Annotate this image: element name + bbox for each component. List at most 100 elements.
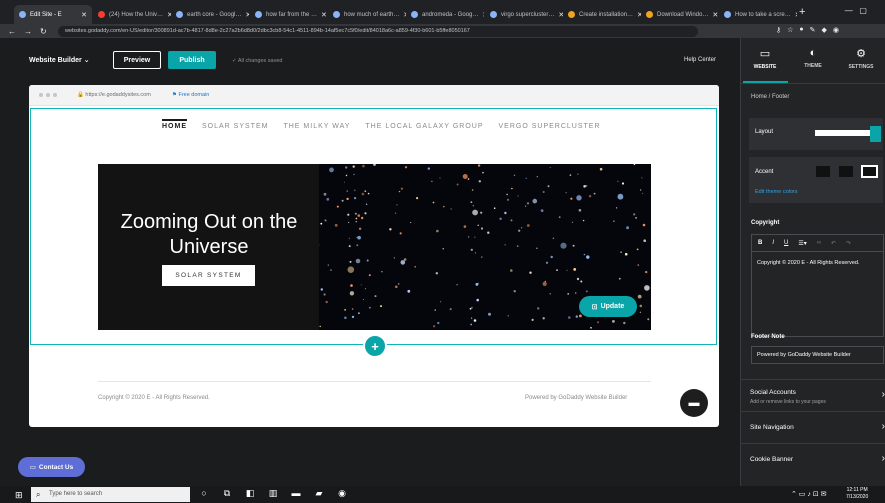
browser-tab[interactable]: Download Windo… ✕ <box>641 5 719 24</box>
panel-tab[interactable]: ◐ THEME <box>791 47 836 83</box>
close-tab-icon[interactable]: ✕ <box>241 11 249 19</box>
forward-icon[interactable]: → <box>24 27 32 36</box>
panel-tab-label: THEME <box>804 63 822 69</box>
browser-tab[interactable]: (24) How the Univ… ✕ <box>93 5 171 24</box>
close-tab-icon[interactable]: ✕ <box>77 11 87 19</box>
browser-tab[interactable]: Create installation… ✕ <box>563 5 641 24</box>
site-nav-item[interactable]: VERGO SUPERCLUSTER <box>499 123 601 130</box>
website-builder-menu[interactable]: Website Builder ⌄ <box>29 56 90 64</box>
url-field[interactable]: websites.godaddy.com/en-US/editor/300891… <box>58 26 698 37</box>
close-tab-icon[interactable]: ✕ <box>163 11 171 19</box>
taskbar-clock[interactable]: 12:11 PM 7/13/2020 <box>846 487 868 501</box>
layout-control[interactable]: Layout <box>749 118 883 150</box>
close-tab-icon[interactable]: ✕ <box>791 11 797 19</box>
update-image-button[interactable]: ⊡ Update <box>579 296 637 317</box>
close-tab-icon[interactable]: ✕ <box>554 11 563 19</box>
key-icon[interactable]: ⚷ <box>776 26 781 34</box>
social-accounts-row[interactable]: Social Accounts Add or remove links to y… <box>741 379 885 411</box>
contact-us-button[interactable]: ▭ Contact Us <box>18 457 85 477</box>
extension-icon[interactable]: ✎ <box>810 26 816 34</box>
layout-thumbnail[interactable] <box>815 130 877 136</box>
site-nav-item[interactable]: HOME <box>162 119 187 130</box>
windows-start-icon[interactable]: ⊞ <box>15 490 23 501</box>
layout-next-button[interactable] <box>870 126 881 142</box>
hero-title[interactable]: Zooming Out on the Universe <box>112 210 306 260</box>
site-nav-item[interactable]: THE LOCAL GALAXY GROUP <box>365 123 483 130</box>
accent-swatch-selected[interactable] <box>861 165 878 178</box>
extension-icon[interactable]: ● <box>799 26 803 34</box>
theme-icon: ◐ <box>809 47 817 59</box>
undo-icon[interactable]: ↶ <box>831 240 836 247</box>
reload-icon[interactable]: ↻ <box>40 27 47 36</box>
chart-app-icon[interactable]: ▥ <box>266 488 280 499</box>
copyright-editor[interactable]: B I U ☰▾ ∞ ↶ ↷ Copyright © 2020 E - All … <box>751 234 884 337</box>
add-section-button[interactable]: + <box>363 334 387 358</box>
copyright-text[interactable]: Copyright © 2020 E - All Rights Reserved… <box>752 252 883 274</box>
chevron-down-icon: ⌄ <box>83 57 90 64</box>
back-icon[interactable]: ← <box>8 27 16 36</box>
panel-tab[interactable]: ⚙ SETTINGS <box>839 47 884 83</box>
footer-note-input[interactable]: Powered by GoDaddy Website Builder <box>751 346 884 364</box>
link-icon[interactable]: ∞ <box>817 240 821 246</box>
site-nav-item[interactable]: SOLAR SYSTEM <box>202 123 268 130</box>
browser-tab[interactable]: virgo supercluster… ✕ <box>485 5 563 24</box>
list-icon[interactable]: ☰▾ <box>798 240 806 247</box>
bold-icon[interactable]: B <box>758 240 762 246</box>
close-tab-icon[interactable]: ✕ <box>317 11 327 19</box>
star-icon[interactable]: ☆ <box>787 26 793 34</box>
new-tab-button[interactable]: + <box>799 6 805 18</box>
task-view-icon[interactable]: ⧉ <box>220 488 234 499</box>
mail-icon[interactable]: ▬ <box>289 488 303 499</box>
windows-taskbar: ⊞ ⌕ Type here to search ○ ⧉ ◧ ▥ ▬ ▰ ◉ ⌃ … <box>0 486 885 503</box>
browser-tab[interactable]: earth core - Googl… ✕ <box>171 5 249 24</box>
taskbar-search[interactable]: ⌕ Type here to search <box>31 487 190 502</box>
accent-swatch[interactable] <box>816 166 830 177</box>
browser-tab[interactable]: andromeda - Goog…✕ <box>406 5 484 24</box>
close-tab-icon[interactable]: ✕ <box>633 11 641 19</box>
preview-button[interactable]: Preview <box>113 51 161 69</box>
store-icon[interactable]: ◧ <box>243 488 257 499</box>
free-domain-link[interactable]: ⚑ Free domain <box>172 92 209 98</box>
row-title: Cookie Banner <box>750 456 793 463</box>
search-icon: ⌕ <box>36 490 41 499</box>
tab-title: How to take a scre… <box>735 11 791 18</box>
browser-tab[interactable]: how much of earth…✕ <box>328 5 406 24</box>
footer-copyright[interactable]: Copyright © 2020 E - All Rights Reserved… <box>98 395 210 401</box>
hero-text-panel: Zooming Out on the Universe SOLAR SYSTEM <box>98 164 319 330</box>
address-bar: ← → ↻ websites.godaddy.com/en-US/editor/… <box>0 24 885 38</box>
browser-tab[interactable]: Edit Site - E ✕ <box>14 5 92 24</box>
chrome-icon[interactable]: ◉ <box>335 488 349 499</box>
close-tab-icon[interactable]: ✕ <box>399 11 406 19</box>
edit-theme-colors-link[interactable]: Edit theme colors <box>755 189 798 195</box>
profile-avatar[interactable]: ◉ <box>833 26 839 34</box>
breadcrumb[interactable]: Home / Footer <box>751 94 789 100</box>
hero-section[interactable]: Zooming Out on the Universe SOLAR SYSTEM… <box>98 164 651 330</box>
italic-icon[interactable]: I <box>772 240 774 246</box>
folder-icon[interactable]: ▰ <box>312 488 326 499</box>
close-tab-icon[interactable]: ✕ <box>708 11 718 19</box>
window-controls[interactable]: — ▢ <box>845 6 867 15</box>
accent-control: Accent Edit theme colors <box>749 157 883 203</box>
accent-swatch[interactable] <box>839 166 853 177</box>
tab-title: virgo supercluster… <box>501 11 555 18</box>
site-navigation-row[interactable]: Site Navigation › <box>741 411 885 443</box>
help-center-link[interactable]: Help Center <box>684 57 716 63</box>
close-tab-icon[interactable]: ✕ <box>478 11 484 19</box>
browser-tab[interactable]: how far from the … ✕ <box>250 5 328 24</box>
hero-cta-button[interactable]: SOLAR SYSTEM <box>162 265 255 286</box>
site-nav-item[interactable]: THE MILKY WAY <box>283 123 350 130</box>
publish-button[interactable]: Publish <box>168 51 216 69</box>
redo-icon[interactable]: ↷ <box>846 240 851 247</box>
chat-bubble-icon[interactable]: ▬ <box>680 389 708 417</box>
underline-icon[interactable]: U <box>784 240 788 246</box>
browser-tab[interactable]: How to take a scre…✕ <box>719 5 797 24</box>
tab-title: Create installation… <box>579 11 634 18</box>
panel-tab[interactable]: ▭ WEBSITE <box>742 47 788 83</box>
puzzle-icon[interactable]: ◆ <box>822 26 827 34</box>
cookie-banner-row[interactable]: Cookie Banner › <box>741 443 885 475</box>
editor-canvas: 🔒 https://e.godaddysites.com ⚑ Free doma… <box>0 83 740 486</box>
tab-favicon <box>724 11 731 18</box>
system-tray[interactable]: ⌃ ▭ ♪ ⊡ ✉ <box>791 490 827 498</box>
cortana-icon[interactable]: ○ <box>197 488 211 499</box>
footer-powered-by[interactable]: Powered by GoDaddy Website Builder <box>525 395 627 401</box>
